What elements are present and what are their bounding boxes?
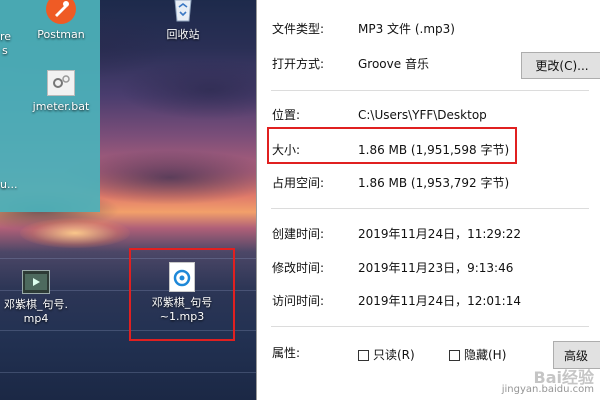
accessed-label: 访问时间: bbox=[272, 294, 325, 308]
watermark-logo-text: Bai经验 bbox=[533, 368, 594, 387]
opens-with-value: Groove 音乐 bbox=[358, 57, 429, 71]
file-properties-dialog: 文件类型: MP3 文件 (.mp3) 打开方式: Groove 音乐 更改(C… bbox=[256, 0, 600, 400]
hidden-checkbox[interactable]: 隐藏(H) bbox=[449, 347, 506, 363]
attributes-label: 属性: bbox=[272, 346, 301, 360]
checkbox-box[interactable] bbox=[449, 350, 460, 361]
desktop-icon-label: 邓紫棋_句号. bbox=[4, 298, 68, 311]
partial-icon-label: s bbox=[2, 44, 8, 57]
desktop-icon-label: jmeter.bat bbox=[32, 100, 90, 113]
highlight-box-size-row bbox=[267, 127, 517, 164]
size-on-disk-label: 占用空间: bbox=[272, 176, 325, 190]
recycle-bin-icon bbox=[168, 0, 198, 24]
desktop-icon-label: Postman bbox=[37, 28, 85, 41]
watermark-url: jingyan.baidu.com bbox=[501, 384, 594, 395]
wallpaper-wave bbox=[0, 372, 256, 373]
desktop-icon-label: mp4 bbox=[23, 312, 49, 325]
location-value: C:\Users\YFF\Desktop bbox=[358, 108, 487, 122]
accessed-value: 2019年11月24日，12:01:14 bbox=[358, 294, 521, 308]
highlight-box-mp3-file bbox=[129, 248, 235, 341]
divider bbox=[271, 326, 589, 327]
file-type-value: MP3 文件 (.mp3) bbox=[358, 22, 455, 36]
change-button[interactable]: 更改(C)... bbox=[521, 52, 600, 79]
divider bbox=[271, 208, 589, 209]
partial-icon-label: re bbox=[0, 30, 12, 43]
wallpaper-sun-glow bbox=[20, 218, 130, 248]
desktop-icon-recycle-bin[interactable]: 回收站 bbox=[152, 0, 214, 42]
modified-label: 修改时间: bbox=[272, 261, 325, 275]
location-label: 位置: bbox=[272, 108, 301, 122]
advanced-button[interactable]: 高级 bbox=[553, 341, 600, 369]
hidden-label: 隐藏(H) bbox=[464, 348, 507, 362]
created-label: 创建时间: bbox=[272, 227, 325, 241]
file-type-label: 文件类型: bbox=[272, 22, 325, 36]
created-value: 2019年11月24日，11:29:22 bbox=[358, 227, 521, 241]
desktop-icon-video-file[interactable]: 邓紫棋_句号. mp4 bbox=[0, 270, 72, 326]
postman-logo-icon bbox=[46, 0, 76, 24]
desktop-icon-label: 回收站 bbox=[166, 28, 200, 41]
gear-bat-file-icon bbox=[47, 70, 75, 96]
readonly-label: 只读(R) bbox=[373, 348, 415, 362]
desktop-wallpaper: re s u... Postman 回收站 jmeter.bat 邓紫棋_句号.… bbox=[0, 0, 256, 400]
baidu-watermark: Bai经验 jingyan.baidu.com bbox=[501, 368, 594, 396]
readonly-checkbox[interactable]: 只读(R) bbox=[358, 347, 415, 363]
checkbox-box[interactable] bbox=[358, 350, 369, 361]
partial-icon-label: u... bbox=[0, 178, 18, 191]
divider bbox=[271, 90, 589, 91]
modified-value: 2019年11月23日，9:13:46 bbox=[358, 261, 514, 275]
desktop-icon-postman[interactable]: Postman bbox=[30, 0, 92, 42]
video-file-icon bbox=[22, 270, 50, 294]
opens-with-label: 打开方式: bbox=[272, 57, 325, 71]
desktop-icon-jmeter[interactable]: jmeter.bat bbox=[26, 70, 96, 114]
size-on-disk-value: 1.86 MB (1,953,792 字节) bbox=[358, 176, 510, 190]
